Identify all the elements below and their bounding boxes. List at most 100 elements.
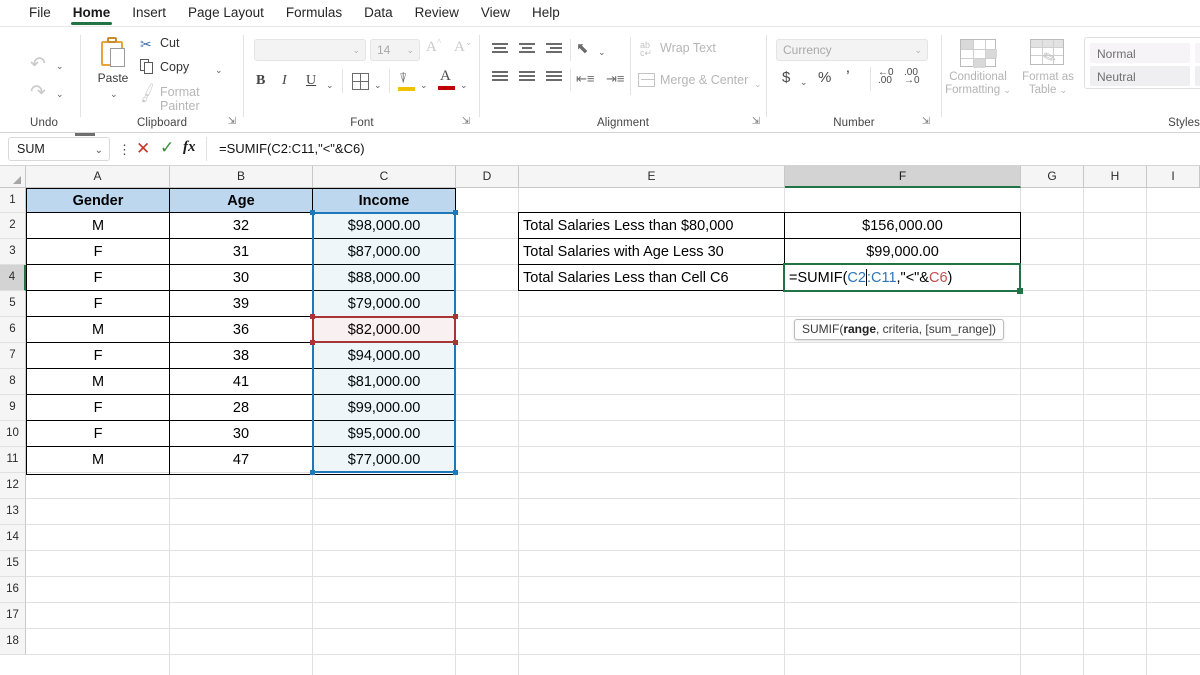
cut-icon[interactable]: ✂: [140, 36, 152, 53]
row-header-4[interactable]: 4: [0, 265, 26, 291]
bottom-align-icon[interactable]: [546, 43, 562, 56]
style-bad[interactable]: B: [1195, 43, 1200, 63]
row-header-14[interactable]: 14: [0, 525, 26, 551]
cell-e2[interactable]: Total Salaries Less than $80,000: [519, 213, 783, 238]
align-middle-icon[interactable]: [519, 71, 535, 84]
row-header-3[interactable]: 3: [0, 239, 26, 265]
ref-handle-tl[interactable]: [310, 210, 315, 215]
cell-b10[interactable]: 30: [170, 421, 312, 446]
font-size-chevron-icon[interactable]: ⌄: [406, 45, 414, 56]
cell-styles-gallery[interactable]: Normal B Neutral C: [1084, 37, 1200, 89]
row-header-5[interactable]: 5: [0, 291, 26, 317]
paste-dropdown-icon[interactable]: ⌄: [110, 89, 118, 100]
underline-button[interactable]: U: [306, 73, 316, 89]
row-header-6[interactable]: 6: [0, 317, 26, 343]
paste-icon[interactable]: [100, 37, 126, 67]
tab-file[interactable]: File: [18, 0, 62, 27]
number-format-combo[interactable]: Currency ⌄: [776, 39, 928, 61]
cell-f2[interactable]: $156,000.00: [785, 213, 1020, 238]
column-header-i[interactable]: I: [1147, 166, 1200, 188]
row-header-15[interactable]: 15: [0, 551, 26, 577]
cell-c1[interactable]: Income: [313, 189, 455, 212]
cell-b11[interactable]: 47: [170, 447, 312, 472]
borders-dropdown-icon[interactable]: ⌄: [374, 80, 382, 91]
row-header-12[interactable]: 12: [0, 473, 26, 499]
cell-f3[interactable]: $99,000.00: [785, 239, 1020, 264]
cell-b3[interactable]: 31: [170, 239, 312, 264]
active-cell-f4-editor[interactable]: =SUMIF(C2: C11 ,"<"& C6): [783, 263, 1021, 292]
alignment-dialog-launcher[interactable]: ⇲: [750, 116, 762, 128]
style-neutral[interactable]: Neutral: [1090, 66, 1190, 86]
confirm-icon[interactable]: ✓: [160, 138, 174, 158]
cell-b1[interactable]: Age: [170, 189, 312, 212]
fill-color-icon[interactable]: ⍒: [398, 70, 416, 92]
row-header-8[interactable]: 8: [0, 369, 26, 395]
orientation-dropdown-icon[interactable]: ⌄: [598, 47, 606, 58]
font-name-combo[interactable]: ⌄: [254, 39, 366, 61]
conditional-formatting-dropdown-icon[interactable]: ⌄: [1003, 85, 1011, 95]
name-box[interactable]: SUM ⌄: [8, 133, 110, 162]
orientation-icon[interactable]: ⬉: [576, 39, 589, 57]
cell-a6[interactable]: M: [27, 317, 169, 342]
cell-b5[interactable]: 39: [170, 291, 312, 316]
conditional-formatting-icon[interactable]: [960, 39, 997, 68]
cell-a7[interactable]: F: [27, 343, 169, 368]
style-calculation[interactable]: C: [1195, 66, 1200, 86]
cell-a5[interactable]: F: [27, 291, 169, 316]
tab-data[interactable]: Data: [353, 0, 404, 27]
tab-home[interactable]: Home: [62, 0, 122, 27]
tab-formulas[interactable]: Formulas: [275, 0, 353, 27]
cut-label[interactable]: Cut: [160, 36, 179, 50]
column-header-e[interactable]: E: [519, 166, 785, 188]
underline-dropdown-icon[interactable]: ⌄: [326, 80, 334, 91]
cells-area[interactable]: Gender Age Income M 32 $98,000.00 F 31 $…: [26, 188, 1200, 675]
style-normal[interactable]: Normal: [1090, 43, 1190, 63]
copy-label[interactable]: Copy: [160, 60, 189, 74]
increase-indent-icon[interactable]: ⇥≡: [606, 71, 624, 87]
cell-a10[interactable]: F: [27, 421, 169, 446]
row-header-16[interactable]: 16: [0, 577, 26, 603]
row-header-18[interactable]: 18: [0, 629, 26, 655]
cell-a2[interactable]: M: [27, 213, 169, 238]
ref-c6-handle-bl[interactable]: [310, 340, 315, 345]
cancel-icon[interactable]: ✕: [136, 139, 150, 159]
cell-a8[interactable]: M: [27, 369, 169, 394]
decrease-decimal-icon[interactable]: .00 →0: [904, 68, 920, 86]
borders-icon[interactable]: [352, 73, 369, 90]
increase-decimal-icon[interactable]: ←0.00: [878, 68, 894, 86]
row-header-13[interactable]: 13: [0, 499, 26, 525]
number-dialog-launcher[interactable]: ⇲: [920, 116, 932, 128]
ref-handle-tr[interactable]: [453, 210, 458, 215]
select-all-corner[interactable]: [0, 166, 26, 188]
cell-e3[interactable]: Total Salaries with Age Less 30: [519, 239, 783, 264]
accounting-format-icon[interactable]: $: [782, 69, 790, 86]
redo-dropdown-icon[interactable]: ⌄: [56, 89, 64, 100]
bold-button[interactable]: B: [256, 73, 265, 89]
copy-icon[interactable]: [140, 59, 154, 74]
worksheet-grid[interactable]: A B C D E F G H I 1 2 3 4 5 6 7 8 9 10 1…: [0, 166, 1200, 675]
name-box-chevron-icon[interactable]: ⌄: [95, 139, 103, 162]
insert-function-icon[interactable]: fx: [183, 139, 196, 156]
cell-a1[interactable]: Gender: [27, 189, 169, 212]
tab-page-layout[interactable]: Page Layout: [177, 0, 275, 27]
cell-b9[interactable]: 28: [170, 395, 312, 420]
align-bottom-icon[interactable]: [546, 71, 562, 84]
cell-b4[interactable]: 30: [170, 265, 312, 290]
tab-help[interactable]: Help: [521, 0, 571, 27]
column-header-c[interactable]: C: [313, 166, 456, 188]
ref-c6-handle-tr[interactable]: [453, 314, 458, 319]
ref-handle-br[interactable]: [453, 470, 458, 475]
format-as-table-icon[interactable]: ✎: [1030, 39, 1064, 69]
row-header-2[interactable]: 2: [0, 213, 26, 239]
copy-dropdown-icon[interactable]: ⌄: [215, 65, 223, 76]
row-header-10[interactable]: 10: [0, 421, 26, 447]
formula-input[interactable]: =SUMIF(C2:C11,"<"&C6): [206, 137, 1192, 161]
cell-b2[interactable]: 32: [170, 213, 312, 238]
italic-button[interactable]: I: [282, 73, 287, 89]
percent-format-icon[interactable]: %: [818, 69, 831, 86]
tab-insert[interactable]: Insert: [121, 0, 177, 27]
cell-a4[interactable]: F: [27, 265, 169, 290]
font-color-icon[interactable]: A: [438, 68, 456, 92]
row-header-17[interactable]: 17: [0, 603, 26, 629]
comma-format-icon[interactable]: ’: [846, 67, 850, 87]
